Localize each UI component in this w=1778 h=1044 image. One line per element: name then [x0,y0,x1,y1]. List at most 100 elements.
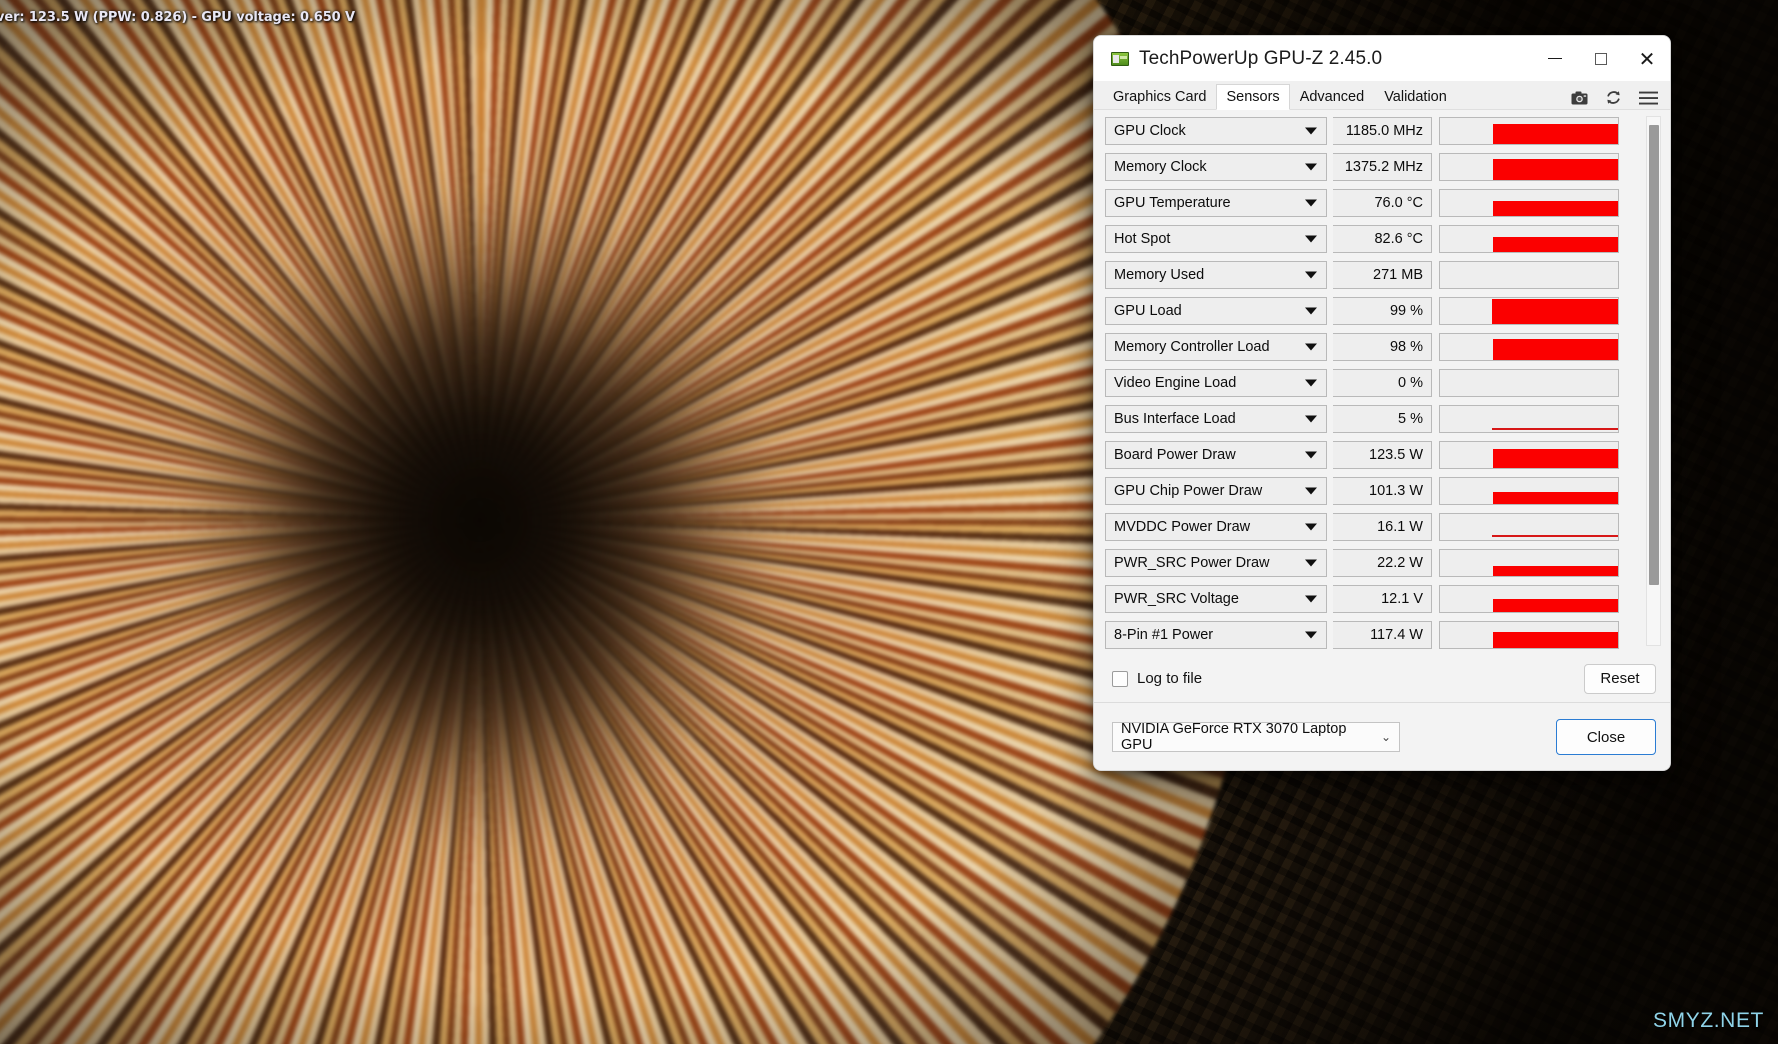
sensor-name-dropdown[interactable]: GPU Temperature [1105,188,1327,217]
caret-down-icon[interactable] [1305,451,1317,458]
caret-down-icon[interactable] [1305,595,1317,602]
sensor-graph-fill [1493,631,1618,648]
tab-graphics-card-label: Graphics Card [1113,88,1207,105]
sensor-graph [1439,512,1619,541]
sensor-row: Video Engine Load 0 % [1105,366,1650,399]
caret-down-icon[interactable] [1305,379,1317,386]
reset-button-label: Reset [1600,670,1640,687]
sensor-name-dropdown[interactable]: GPU Chip Power Draw [1105,476,1327,505]
sensor-name-dropdown[interactable]: PWR_SRC Voltage [1105,584,1327,613]
sensor-name-label: 8-Pin #1 Power [1114,626,1214,643]
sensor-row: Bus Interface Load 5 % [1105,402,1650,435]
sensor-value: 16.1 W [1333,512,1432,541]
tab-advanced-label: Advanced [1299,88,1365,105]
sensor-graph [1439,116,1619,145]
sensor-graph-fill [1492,298,1618,324]
sensor-name-label: GPU Temperature [1114,194,1231,211]
sensor-name-label: Hot Spot [1114,230,1171,247]
tab-validation[interactable]: Validation [1374,83,1457,109]
sensor-graph [1439,584,1619,613]
sensor-name-label: Memory Controller Load [1114,338,1270,355]
sensor-name-dropdown[interactable]: 8-Pin #1 Power [1105,620,1327,649]
sensor-name-label: PWR_SRC Voltage [1114,590,1239,607]
tab-advanced[interactable]: Advanced [1289,83,1375,109]
sensor-graph [1439,152,1619,181]
camera-icon[interactable] [1571,91,1588,105]
sensor-name-dropdown[interactable]: Bus Interface Load [1105,404,1327,433]
sensor-row: GPU Chip Power Draw 101.3 W [1105,474,1650,507]
sensor-graph-line [1492,427,1618,430]
sensor-name-dropdown[interactable]: MVDDC Power Draw [1105,512,1327,541]
sensor-row: Memory Clock 1375.2 MHz [1105,150,1650,183]
gpu-selector-dropdown[interactable]: NVIDIA GeForce RTX 3070 Laptop GPU ⌄ [1112,721,1400,753]
sensor-graph-fill [1493,491,1618,504]
caret-down-icon[interactable] [1305,559,1317,566]
sensor-name-label: GPU Clock [1114,122,1186,139]
sensor-row: Memory Controller Load 98 % [1105,330,1650,363]
sensor-name-dropdown[interactable]: Memory Controller Load [1105,332,1327,361]
sensor-graph [1439,620,1619,649]
sensor-name-dropdown[interactable]: GPU Clock [1105,116,1327,145]
desktop-background: ver: 123.5 W (PPW: 0.826) - GPU voltage:… [0,0,1778,1044]
sensor-name-dropdown[interactable]: Memory Used [1105,260,1327,289]
sensor-graph [1439,224,1619,253]
log-to-file-control[interactable]: Log to file [1112,670,1202,687]
window-footer: NVIDIA GeForce RTX 3070 Laptop GPU ⌄ Clo… [1094,703,1670,770]
graphics-card-icon [1111,51,1129,66]
sensor-graph [1439,440,1619,469]
sensor-panel: GPU Clock 1185.0 MHz Memory Clock 1375.2 MH… [1094,110,1670,685]
refresh-icon[interactable] [1605,89,1622,106]
caret-down-icon[interactable] [1305,415,1317,422]
sensor-row: Memory Used 271 MB [1105,258,1650,291]
sensor-row: Board Power Draw 123.5 W [1105,438,1650,471]
osd-overlay-text: ver: 123.5 W (PPW: 0.826) - GPU voltage:… [0,10,355,25]
caret-down-icon[interactable] [1305,631,1317,638]
sensor-scrollbar-thumb[interactable] [1649,125,1659,585]
sensor-name-dropdown[interactable]: Memory Clock [1105,152,1327,181]
caret-down-icon[interactable] [1305,127,1317,134]
tab-sensors[interactable]: Sensors [1216,84,1290,110]
caret-down-icon[interactable] [1305,523,1317,530]
caret-down-icon[interactable] [1305,307,1317,314]
minimize-button[interactable] [1532,36,1578,81]
sensor-name-label: Memory Clock [1114,158,1207,175]
sensor-name-dropdown[interactable]: Board Power Draw [1105,440,1327,469]
log-to-file-label: Log to file [1137,670,1203,687]
sensor-name-dropdown[interactable]: PWR_SRC Power Draw [1105,548,1327,577]
tab-sensors-label: Sensors [1226,89,1280,105]
sensor-graph-fill [1493,598,1618,612]
caret-down-icon[interactable] [1305,487,1317,494]
caret-down-icon[interactable] [1305,235,1317,242]
sensor-name-dropdown[interactable]: GPU Load [1105,296,1327,325]
gpuz-window: TechPowerUp GPU-Z 2.45.0 ✕ Graphics Card… [1093,35,1671,771]
sensor-graph [1439,404,1619,433]
toolbar-icons [1571,89,1658,106]
caret-down-icon[interactable] [1305,163,1317,170]
sensor-row: GPU Clock 1185.0 MHz [1105,114,1650,147]
caret-down-icon[interactable] [1305,343,1317,350]
sensor-graph-fill [1493,338,1618,360]
sensor-row: Hot Spot 82.6 °C [1105,222,1650,255]
tab-graphics-card[interactable]: Graphics Card [1103,83,1217,109]
sensor-name-dropdown[interactable]: Hot Spot [1105,224,1327,253]
sensor-graph [1439,368,1619,397]
close-window-button[interactable]: ✕ [1624,36,1670,81]
sensor-value: 99 % [1333,296,1432,325]
sensor-row: PWR_SRC Power Draw 22.2 W [1105,546,1650,579]
sensor-value: 1185.0 MHz [1333,116,1432,145]
sensor-row: GPU Temperature 76.0 °C [1105,186,1650,219]
close-button[interactable]: Close [1556,719,1656,755]
sensor-row: PWR_SRC Voltage 12.1 V [1105,582,1650,615]
sensor-graph-fill [1493,448,1618,468]
sensor-value: 101.3 W [1333,476,1432,505]
sensor-name-dropdown[interactable]: Video Engine Load [1105,368,1327,397]
sensor-value: 82.6 °C [1333,224,1432,253]
gpu-selector-value: NVIDIA GeForce RTX 3070 Laptop GPU [1121,721,1347,753]
caret-down-icon[interactable] [1305,271,1317,278]
reset-button[interactable]: Reset [1584,663,1656,694]
caret-down-icon[interactable] [1305,199,1317,206]
maximize-button[interactable] [1578,36,1624,81]
log-to-file-checkbox[interactable] [1112,670,1128,687]
sensor-scrollbar[interactable] [1646,116,1661,646]
menu-icon[interactable] [1639,91,1658,105]
